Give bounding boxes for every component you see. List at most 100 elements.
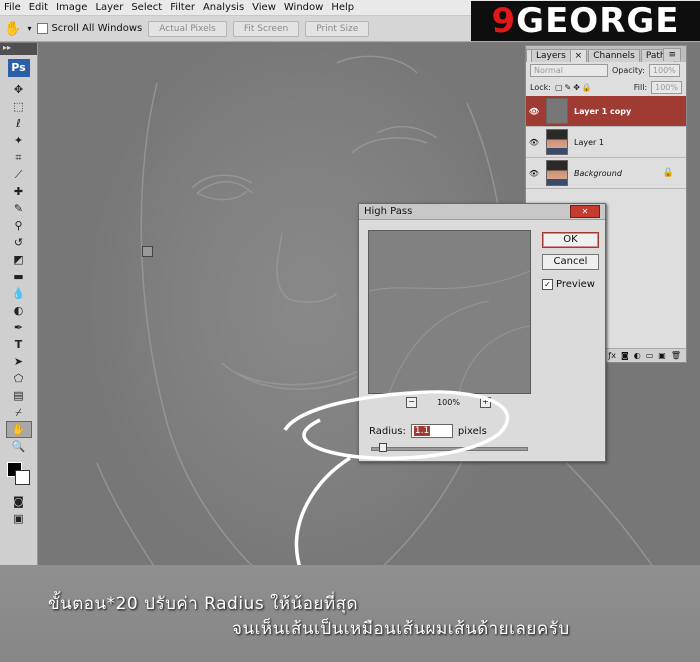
zoom-out-icon[interactable]: − bbox=[406, 396, 418, 408]
preview-label: Preview bbox=[556, 279, 595, 290]
tool-preset-dropdown-icon[interactable]: ▾ bbox=[27, 24, 31, 33]
tools-panel: ▸▸ Ps ✥ ⬚ ℓ ✦ ⌗ ⟋ ✚ ✎ ⚲ ↺ ◩ ▬ 💧 ◐ ✒ T ➤ … bbox=[0, 43, 38, 565]
actual-pixels-button[interactable]: Actual Pixels bbox=[148, 20, 227, 37]
ok-button[interactable]: OK bbox=[542, 232, 599, 248]
move-tool-icon[interactable]: ✥ bbox=[6, 81, 32, 98]
photoshop-logo-icon: Ps bbox=[7, 59, 30, 77]
layer-name: Background bbox=[574, 168, 622, 178]
clone-stamp-tool-icon[interactable]: ⚲ bbox=[6, 217, 32, 234]
menu-view[interactable]: View bbox=[248, 2, 280, 13]
menu-window[interactable]: Window bbox=[280, 2, 327, 13]
gradient-tool-icon[interactable]: ▬ bbox=[6, 268, 32, 285]
eraser-tool-icon[interactable]: ◩ bbox=[6, 251, 32, 268]
tab-layers-label: Layers bbox=[531, 49, 571, 62]
blend-opacity-row: Normal Opacity: 100% bbox=[526, 62, 686, 79]
watermark-logo: 9 GEORGE bbox=[471, 1, 700, 41]
scroll-all-windows-label: Scroll All Windows bbox=[51, 23, 143, 34]
toolbox-grip-icon[interactable]: ▸▸ bbox=[0, 43, 37, 55]
hand-tool-icon[interactable]: ✋ bbox=[4, 21, 21, 37]
opacity-input[interactable]: 100% bbox=[648, 64, 680, 77]
dialog-title: High Pass bbox=[364, 206, 413, 217]
eyedropper-sample-tool-icon[interactable]: ⌿ bbox=[6, 404, 32, 421]
radius-slider-handle[interactable] bbox=[379, 443, 387, 452]
layer-row-layer-1[interactable]: 👁 Layer 1 bbox=[526, 127, 686, 158]
fill-input[interactable]: 100% bbox=[651, 81, 682, 94]
menu-image[interactable]: Image bbox=[52, 2, 91, 13]
visibility-eye-icon[interactable]: 👁 bbox=[526, 138, 542, 147]
radius-value: 1.1 bbox=[413, 426, 431, 436]
menu-layer[interactable]: Layer bbox=[91, 2, 127, 13]
adjustment-layer-icon[interactable]: ◐ bbox=[634, 351, 641, 360]
layer-style-icon[interactable]: ƒx bbox=[608, 351, 616, 360]
tab-layers[interactable]: Layers × bbox=[526, 49, 588, 62]
fill-label: Fill: bbox=[633, 83, 648, 92]
layer-thumbnail bbox=[546, 129, 568, 155]
lock-label: Lock: bbox=[530, 83, 551, 92]
quick-mask-icon[interactable]: ◙ bbox=[6, 493, 32, 510]
menu-help[interactable]: Help bbox=[327, 2, 358, 13]
new-layer-icon[interactable]: ▣ bbox=[658, 351, 666, 360]
scroll-all-windows-checkbox[interactable]: Scroll All Windows bbox=[37, 23, 142, 34]
visibility-eye-icon[interactable]: 👁 bbox=[526, 169, 542, 178]
notes-tool-icon[interactable]: ▤ bbox=[6, 387, 32, 404]
checkmark-icon: ✓ bbox=[542, 279, 553, 290]
shape-tool-icon[interactable]: ⬠ bbox=[6, 370, 32, 387]
lock-icons[interactable]: ▢✎✥🔒 bbox=[555, 83, 594, 92]
history-brush-tool-icon[interactable]: ↺ bbox=[6, 234, 32, 251]
cancel-button[interactable]: Cancel bbox=[542, 254, 599, 270]
menu-edit[interactable]: Edit bbox=[25, 2, 52, 13]
menu-select[interactable]: Select bbox=[127, 2, 166, 13]
new-group-icon[interactable]: ▭ bbox=[646, 351, 654, 360]
close-icon[interactable]: ✕ bbox=[570, 205, 600, 218]
screen-mode-icon[interactable]: ▣ bbox=[6, 510, 32, 527]
layer-row-background[interactable]: 👁 Background 🔒 bbox=[526, 158, 686, 189]
delete-layer-icon[interactable]: 🗑 bbox=[671, 351, 681, 360]
blur-tool-icon[interactable]: 💧 bbox=[6, 285, 32, 302]
caption-line-2: จนเห็นเส้นเป็นเหมือนเส้นผมเส้นด้ายเลยครั… bbox=[232, 619, 570, 639]
dialog-title-bar[interactable]: High Pass ✕ bbox=[359, 204, 605, 220]
lock-fill-row: Lock: ▢✎✥🔒 Fill: 100% bbox=[526, 79, 686, 96]
zoom-tool-icon[interactable]: 🔍 bbox=[6, 438, 32, 455]
layer-mask-icon[interactable]: ◙ bbox=[621, 351, 629, 360]
caption-banner: ขั้นตอน*20 ปรับค่า Radius ให้น้อยที่สุด … bbox=[0, 565, 700, 662]
menu-filter[interactable]: Filter bbox=[166, 2, 199, 13]
dodge-tool-icon[interactable]: ◐ bbox=[6, 302, 32, 319]
marquee-tool-icon[interactable]: ⬚ bbox=[6, 98, 32, 115]
zoom-marker bbox=[142, 246, 153, 257]
pen-tool-icon[interactable]: ✒ bbox=[6, 319, 32, 336]
path-selection-tool-icon[interactable]: ➤ bbox=[6, 353, 32, 370]
zoom-in-icon[interactable]: + bbox=[479, 396, 491, 408]
blend-mode-select[interactable]: Normal bbox=[530, 64, 608, 77]
fit-screen-button[interactable]: Fit Screen bbox=[232, 20, 300, 37]
hand-tool-button-icon[interactable]: ✋ bbox=[5, 421, 32, 438]
layer-row-layer-1-copy[interactable]: 👁 Layer 1 copy bbox=[526, 96, 686, 127]
zoom-level: 100% bbox=[437, 397, 460, 407]
color-swatches[interactable] bbox=[6, 461, 32, 487]
layer-thumbnail bbox=[546, 98, 568, 124]
preview-checkbox[interactable]: ✓ Preview bbox=[542, 279, 595, 290]
opacity-label: Opacity: bbox=[612, 66, 645, 75]
logo-text: GEORGE bbox=[516, 1, 680, 41]
brush-tool-icon[interactable]: ✎ bbox=[6, 200, 32, 217]
logo-nine: 9 bbox=[491, 1, 517, 41]
menu-file[interactable]: File bbox=[0, 2, 25, 13]
background-color-swatch[interactable] bbox=[14, 470, 30, 485]
magic-wand-tool-icon[interactable]: ✦ bbox=[6, 132, 32, 149]
filter-preview-window[interactable] bbox=[368, 230, 531, 394]
panel-menu-icon[interactable]: ≡ bbox=[663, 48, 681, 61]
menu-analysis[interactable]: Analysis bbox=[199, 2, 248, 13]
type-tool-icon[interactable]: T bbox=[6, 336, 32, 353]
radius-input[interactable]: 1.1 bbox=[410, 424, 453, 438]
caption-line-1: ขั้นตอน*20 ปรับค่า Radius ให้น้อยที่สุด bbox=[48, 594, 359, 614]
print-size-button[interactable]: Print Size bbox=[305, 20, 370, 37]
layer-name: Layer 1 bbox=[574, 137, 604, 147]
tab-channels[interactable]: Channels bbox=[588, 49, 640, 62]
visibility-eye-icon[interactable]: 👁 bbox=[526, 107, 542, 116]
eyedropper-tool-icon[interactable]: ⟋ bbox=[6, 166, 32, 183]
lasso-tool-icon[interactable]: ℓ bbox=[6, 115, 32, 132]
radius-slider[interactable] bbox=[371, 443, 528, 452]
healing-brush-tool-icon[interactable]: ✚ bbox=[6, 183, 32, 200]
crop-tool-icon[interactable]: ⌗ bbox=[6, 149, 32, 166]
layer-thumbnail bbox=[546, 160, 568, 186]
high-pass-dialog: High Pass ✕ − 100% + OK Cancel ✓ Preview… bbox=[358, 203, 606, 462]
